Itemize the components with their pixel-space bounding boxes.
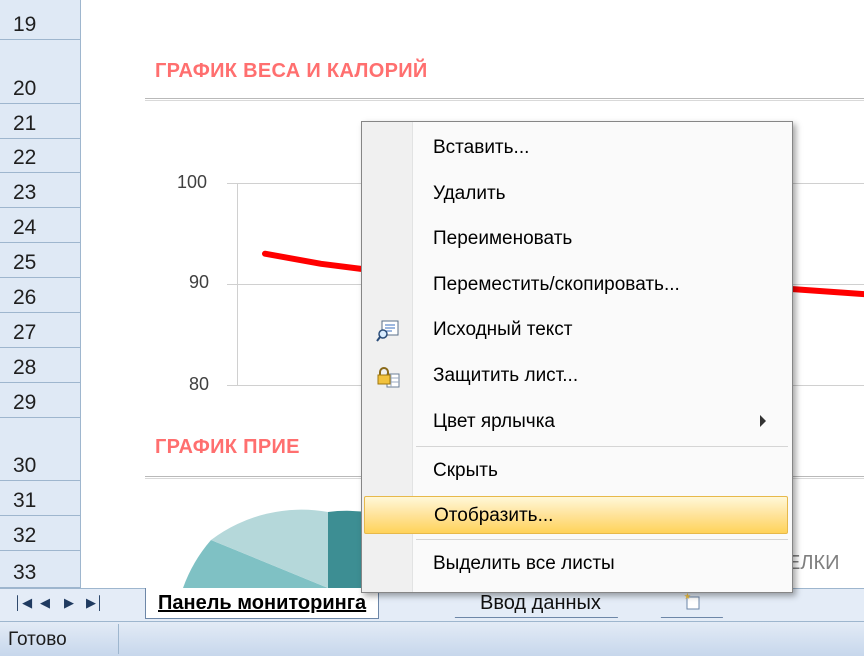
row-header-21[interactable]: 21: [0, 104, 80, 139]
row-number: 30: [13, 454, 37, 477]
row-header-24[interactable]: 24: [0, 208, 80, 243]
row-number: 19: [13, 13, 37, 36]
row-header-33[interactable]: 33: [0, 551, 80, 588]
row-header-column: 19 20 21 22 23 24 25 26 27 28 29 30 31 3…: [0, 0, 81, 588]
submenu-arrow-icon: [760, 415, 766, 427]
row-header-30[interactable]: 30: [0, 418, 80, 481]
menu-item-label: Удалить: [433, 183, 506, 204]
row-header-22[interactable]: 22: [0, 139, 80, 173]
first-sheet-button[interactable]: │◀: [14, 595, 32, 611]
row-header-23[interactable]: 23: [0, 173, 80, 208]
menu-item-view-code[interactable]: Исходный текст: [364, 311, 788, 349]
row-header-32[interactable]: 32: [0, 516, 80, 551]
row-header-27[interactable]: 27: [0, 313, 80, 348]
menu-item-label: Переместить/скопировать...: [433, 274, 680, 295]
menu-item-insert[interactable]: Вставить...: [364, 129, 788, 167]
menu-item-label: Скрыть: [433, 460, 498, 481]
menu-item-label: Переименовать: [433, 228, 573, 249]
row-number: 22: [13, 146, 37, 169]
menu-item-hide[interactable]: Скрыть: [364, 452, 788, 490]
row-number: 20: [13, 77, 37, 100]
insert-sheet-icon[interactable]: [683, 592, 701, 610]
menu-item-delete[interactable]: Удалить: [364, 175, 788, 213]
menu-item-label: Цвет ярлычка: [433, 411, 555, 432]
row-number: 28: [13, 356, 37, 379]
menu-item-rename[interactable]: Переименовать: [364, 220, 788, 258]
sheet-tab-data-entry[interactable]: Ввод данных: [454, 589, 629, 618]
sheet-tab-label: Ввод данных: [480, 591, 602, 614]
status-text: Готово: [8, 629, 67, 650]
row-number: 21: [13, 112, 37, 135]
menu-item-protect-sheet[interactable]: Защитить лист...: [364, 357, 788, 395]
menu-item-select-all-sheets[interactable]: Выделить все листы: [364, 545, 788, 583]
menu-item-label: Исходный текст: [433, 319, 573, 340]
status-bar: Готово: [0, 621, 864, 656]
partial-chart-label: ЕЛКИ: [787, 552, 840, 574]
row-header-20[interactable]: 20: [0, 40, 80, 104]
row-number: 25: [13, 251, 37, 274]
row-number: 24: [13, 216, 37, 239]
status-separator: [118, 624, 119, 654]
row-number: 32: [13, 524, 37, 547]
menu-item-label: Отобразить...: [434, 505, 554, 526]
last-sheet-button[interactable]: ▶│: [86, 595, 104, 611]
row-number: 26: [13, 286, 37, 309]
menu-separator: [416, 446, 788, 447]
row-header-19[interactable]: 19: [0, 0, 80, 40]
sheet-tab-dashboard[interactable]: Панель мониторинга: [145, 588, 380, 619]
menu-item-unhide[interactable]: Отобразить...: [364, 496, 788, 534]
row-number: 33: [13, 561, 37, 584]
menu-item-label: Выделить все листы: [433, 553, 615, 574]
row-header-25[interactable]: 25: [0, 243, 80, 278]
prev-sheet-button[interactable]: ◀: [38, 595, 52, 611]
menu-separator: [416, 539, 788, 540]
row-number: 23: [13, 181, 37, 204]
row-header-29[interactable]: 29: [0, 383, 80, 418]
row-header-26[interactable]: 26: [0, 278, 80, 313]
menu-item-tab-color[interactable]: Цвет ярлычка: [364, 403, 788, 441]
row-number: 31: [13, 489, 37, 512]
row-number: 29: [13, 391, 37, 414]
protect-sheet-icon: [377, 367, 400, 388]
row-header-28[interactable]: 28: [0, 348, 80, 383]
sheet-tab-context-menu: Вставить... Удалить Переименовать Переме…: [361, 121, 793, 593]
menu-item-label: Вставить...: [433, 137, 530, 158]
view-code-icon: [376, 320, 399, 342]
row-header-31[interactable]: 31: [0, 481, 80, 516]
menu-item-move-copy[interactable]: Переместить/скопировать...: [364, 266, 788, 304]
menu-item-label: Защитить лист...: [433, 365, 579, 386]
next-sheet-button[interactable]: ▶: [62, 595, 76, 611]
row-number: 27: [13, 321, 37, 344]
